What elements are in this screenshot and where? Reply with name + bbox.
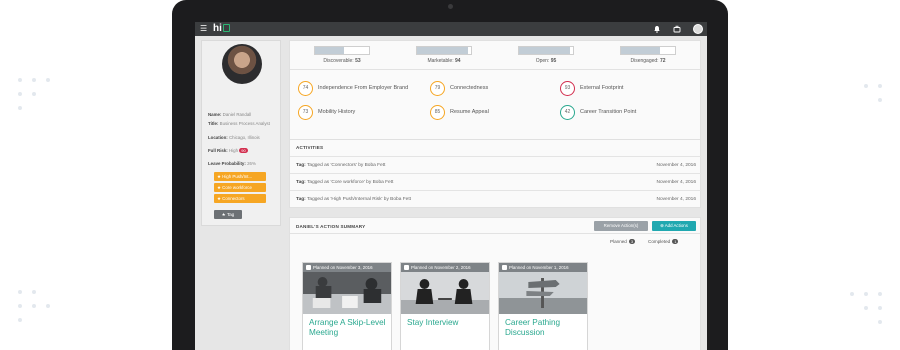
app-screen: ☰ hi Name: Daniel Randall Title: Busines… [195,22,707,350]
tag-chip[interactable]: ★ Core workforce [214,183,266,192]
metric-open: Open: 95 [535,58,557,64]
action-card[interactable]: Planned on November 1, 2016 Career Pathi… [498,262,588,350]
profile-card: Name: Daniel Randall Title: Business Pro… [201,40,281,226]
meeting-photo [303,272,391,314]
activities-header: ACTIVITIES [296,145,324,150]
disengaged-bar [620,46,676,55]
tag-button[interactable]: ★ Tag [214,210,242,219]
remove-actions-button[interactable]: Remove Action(s) [594,221,648,231]
user-avatar[interactable] [693,24,703,34]
action-summary-card: DANIEL'S ACTION SUMMARY Remove Action(s)… [289,217,702,350]
profile-risk: Full Risk: High 90 [208,148,248,153]
signpost-photo [499,272,587,314]
score-label: Career Transition Point [580,109,637,115]
discoverable-bar [314,46,370,55]
metric-disengaged: Disengaged: 72 [630,58,666,64]
action-card[interactable]: Planned on November 2, 2016 Stay Intervi… [400,262,490,350]
open-bar [518,46,574,55]
add-actions-button[interactable]: ⊕ Add Actions [652,221,696,231]
score-label: External Footprint [580,85,624,91]
score-ring: 42 [560,105,575,120]
activity-row[interactable]: Tag: Tagged as 'Connectors' by Boba Fett… [290,156,702,173]
score-ring: 93 [560,81,575,96]
planned-count: Planned 3 [610,239,636,244]
completed-count: Completed 1 [648,239,679,244]
menu-icon[interactable]: ☰ [200,25,207,33]
action-card-header: Planned on November 1, 2016 [499,263,587,272]
logo-q-mark [222,24,230,32]
app-logo[interactable]: hi [213,23,230,35]
risk-score-badge: 90 [239,148,248,153]
action-checkbox[interactable] [404,265,409,270]
activities-card: ACTIVITIES Tag: Tagged as 'Connectors' b… [289,139,702,208]
tag-chip[interactable]: ★ Connectors [214,194,266,203]
interview-photo [401,272,489,314]
divider [290,233,702,234]
action-card-title[interactable]: Arrange A Skip-Level Meeting [309,318,389,338]
score-label: Independence From Employer Brand [318,85,409,91]
score-label: Resume Appeal [450,109,489,115]
profile-photo [222,44,262,84]
briefcase-icon[interactable] [673,25,681,33]
action-card-title[interactable]: Stay Interview [407,318,487,328]
tag-chip[interactable]: ★ High Push/Int... [214,172,266,181]
action-checkbox[interactable] [306,265,311,270]
score-label: Mobility History [318,109,356,115]
action-card[interactable]: Planned on November 3, 2016 Arrange A Sk… [302,262,392,350]
risk-metrics-card: Discoverable: 53 Marketable: 94 Open: 95… [289,40,702,148]
divider [290,69,702,70]
top-navigation-bar: ☰ hi [195,22,707,36]
score-ring: 85 [430,105,445,120]
profile-name: Name: Daniel Randall [208,112,252,117]
score-ring: 73 [298,105,313,120]
action-summary-header: DANIEL'S ACTION SUMMARY [296,224,366,229]
profile-location: Location: Chicago, Illinois [208,135,260,140]
metric-discoverable: Discoverable: 53 [323,58,361,64]
action-card-header: Planned on November 2, 2016 [401,263,489,272]
action-card-title[interactable]: Career Pathing Discussion [505,318,585,338]
score-label: Connectedness [450,85,489,91]
profile-title: Title: Business Process Analyst [208,121,270,126]
activity-row[interactable]: Tag: Tagged as 'High Push/Internal Risk'… [290,190,702,207]
logo-text: hi [213,23,222,34]
score-ring: 79 [430,81,445,96]
activity-row[interactable]: Tag: Tagged as 'Core workforce' by Boba … [290,173,702,190]
action-card-header: Planned on November 3, 2016 [303,263,391,272]
marketable-bar [416,46,472,55]
bell-icon[interactable] [653,25,661,33]
action-checkbox[interactable] [502,265,507,270]
score-ring: 74 [298,81,313,96]
metric-marketable: Marketable: 94 [427,58,461,64]
camera-dot [448,4,453,9]
profile-leave-probability: Leave Probability: 26% [208,161,256,166]
